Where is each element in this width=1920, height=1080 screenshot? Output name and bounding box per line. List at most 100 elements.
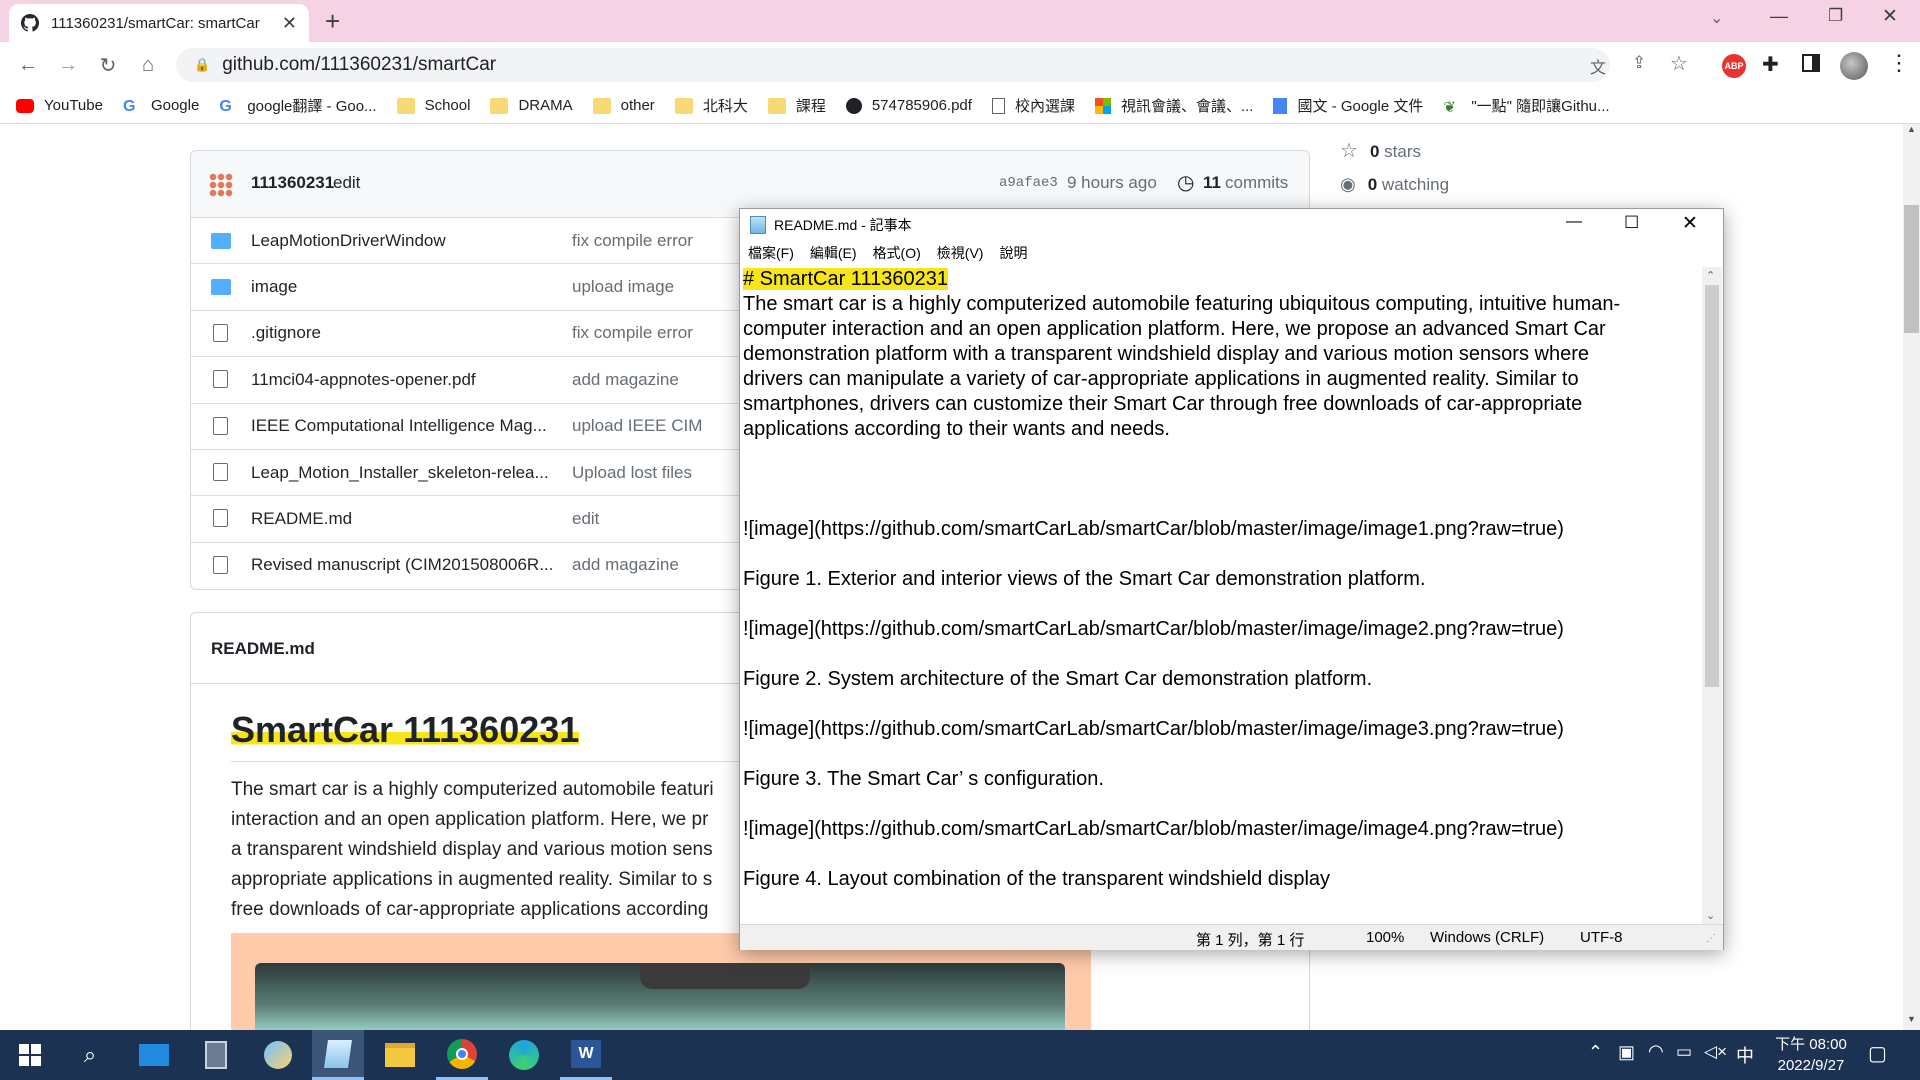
commit-message[interactable]: edit xyxy=(333,173,360,193)
file-commit-message[interactable]: upload IEEE CIM xyxy=(572,416,702,436)
taskbar-chrome[interactable] xyxy=(436,1030,488,1080)
back-icon[interactable]: ← xyxy=(12,49,44,81)
translate-icon[interactable]: 文 xyxy=(1590,54,1606,78)
taskbar-edge[interactable] xyxy=(498,1030,550,1080)
readme-line: appropriate applications in augmented re… xyxy=(231,869,713,890)
folder-icon xyxy=(211,233,231,249)
battery-icon[interactable]: ▭ xyxy=(1676,1042,1692,1062)
bookmark-item[interactable]: School xyxy=(396,97,470,114)
notepad-maximize-icon[interactable]: ☐ xyxy=(1624,213,1639,233)
home-icon[interactable]: ⌂ xyxy=(132,49,164,81)
notepad-scrollbar[interactable]: ⌃ ⌄ xyxy=(1702,267,1722,927)
file-commit-message[interactable]: edit xyxy=(572,509,599,529)
tray-meet-icon[interactable]: ▣ xyxy=(1618,1042,1635,1063)
browser-tab[interactable]: 111360231/smartCar: smartCar ✕ xyxy=(9,4,309,42)
wifi-icon[interactable]: ◠ xyxy=(1648,1041,1664,1062)
folder-icon xyxy=(592,97,611,114)
bookmark-item[interactable]: other xyxy=(592,97,655,114)
reload-icon[interactable]: ↻ xyxy=(92,49,124,81)
notepad-menu-item[interactable]: 檔案(F) xyxy=(748,243,794,263)
search-button[interactable]: ⌕ xyxy=(64,1030,116,1080)
notification-icon[interactable]: ▢ xyxy=(1868,1041,1887,1066)
bookmark-item[interactable]: 國文 - Google 文件 xyxy=(1273,95,1423,116)
side-panel-icon[interactable] xyxy=(1802,54,1820,72)
notepad-menu-item[interactable]: 格式(O) xyxy=(873,243,921,263)
watching-link[interactable]: ◉ 0 watching xyxy=(1340,174,1449,195)
bookmark-item[interactable]: 視訊會議、會議、... xyxy=(1094,95,1254,116)
file-name[interactable]: README.md xyxy=(251,509,352,529)
bookmark-item[interactable]: 574785906.pdf xyxy=(845,97,972,114)
new-tab-button[interactable]: + xyxy=(325,6,340,37)
file-name[interactable]: Leap_Motion_Installer_skeleton-relea... xyxy=(251,463,549,483)
minimize-window-icon[interactable]: — xyxy=(1770,6,1788,27)
ime-indicator[interactable]: 中 xyxy=(1736,1042,1754,1068)
taskbar-notepad[interactable] xyxy=(312,1030,364,1080)
bookmark-item[interactable]: YouTube xyxy=(16,97,103,114)
notepad-menu-item[interactable]: 檢視(V) xyxy=(937,243,984,263)
readme-paragraph: The smart car is a highly computerized a… xyxy=(231,775,714,925)
file-commit-message[interactable]: fix compile error xyxy=(572,231,693,251)
commit-author[interactable]: 111360231 xyxy=(251,173,334,193)
adblock-icon[interactable]: ABP xyxy=(1722,54,1746,78)
commit-count[interactable]: 11 xyxy=(1203,173,1221,193)
notepad-menu-item[interactable]: 說明 xyxy=(999,243,1027,263)
commit-hash[interactable]: a9afae3 xyxy=(999,175,1058,191)
file-name[interactable]: Revised manuscript (CIM201508006R... xyxy=(251,555,553,575)
file-commit-message[interactable]: Upload lost files xyxy=(572,463,692,483)
file-name[interactable]: image xyxy=(251,277,297,297)
taskbar-word[interactable]: W xyxy=(560,1030,612,1080)
bookmark-item[interactable]: 北科大 xyxy=(674,95,748,116)
menu-kebab-icon[interactable]: ⋮ xyxy=(1888,50,1910,76)
restore-window-icon[interactable]: ❐ xyxy=(1828,6,1843,26)
tray-chevron-icon[interactable]: ⌃ xyxy=(1588,1042,1603,1063)
scroll-up-icon[interactable]: ▲ xyxy=(1907,124,1916,134)
address-bar[interactable]: 🔒 github.com/111360231/smartCar 文 ⇪ ☆ xyxy=(176,48,1688,82)
clock[interactable]: 下午 08:00 2022/9/27 xyxy=(1766,1034,1856,1076)
notepad-text-area[interactable]: # SmartCar 111360231 The smart car is a … xyxy=(743,267,1701,927)
notepad-scroll-down-icon[interactable]: ⌄ xyxy=(1706,909,1715,922)
file-commit-message[interactable]: add magazine xyxy=(572,370,679,390)
scroll-down-icon[interactable]: ▼ xyxy=(1907,1014,1916,1024)
lock-icon[interactable]: 🔒 xyxy=(194,57,210,73)
bookmark-item[interactable]: G Google xyxy=(123,97,199,115)
file-name[interactable]: 11mci04-appnotes-opener.pdf xyxy=(251,370,476,390)
bookmark-item[interactable]: DRAMA xyxy=(490,97,573,114)
resize-grip-icon[interactable]: ⋰ xyxy=(1706,933,1716,944)
file-commit-message[interactable]: upload image xyxy=(572,277,674,297)
notepad-minimize-icon[interactable]: — xyxy=(1566,213,1582,231)
bookmark-item[interactable]: Ggoogle翻譯 - Goo... xyxy=(219,95,376,116)
stars-link[interactable]: ☆ 0 stars xyxy=(1340,138,1421,163)
author-avatar[interactable] xyxy=(209,173,233,197)
forward-icon[interactable]: → xyxy=(52,49,84,81)
taskbar-calculator[interactable] xyxy=(190,1030,242,1080)
notepad-scroll-up-icon[interactable]: ⌃ xyxy=(1706,269,1715,282)
notepad-scroll-thumb[interactable] xyxy=(1705,285,1719,687)
start-button[interactable] xyxy=(4,1030,56,1080)
taskbar-app-4[interactable] xyxy=(252,1030,304,1080)
bookmark-label: other xyxy=(620,97,655,114)
file-commit-message[interactable]: add magazine xyxy=(572,555,679,575)
bookmark-item[interactable]: 課程 xyxy=(767,95,826,116)
notepad-close-icon[interactable]: ✕ xyxy=(1682,212,1698,235)
notepad-titlebar[interactable]: README.md - 記事本 — ☐ ✕ xyxy=(740,209,1723,241)
file-name[interactable]: .gitignore xyxy=(251,323,321,343)
taskbar-mail[interactable] xyxy=(128,1030,180,1080)
file-commit-message[interactable]: fix compile error xyxy=(572,323,693,343)
extensions-puzzle-icon[interactable]: ✚ xyxy=(1762,52,1779,77)
bookmark-star-icon[interactable]: ☆ xyxy=(1670,51,1688,76)
profile-avatar[interactable] xyxy=(1840,52,1868,80)
commits-label[interactable]: commits xyxy=(1225,173,1288,193)
bookmark-item[interactable]: 校內選課 xyxy=(991,95,1075,116)
file-name[interactable]: IEEE Computational Intelligence Mag... xyxy=(251,416,547,436)
file-name[interactable]: LeapMotionDriverWindow xyxy=(251,231,446,251)
taskbar-file-explorer[interactable] xyxy=(374,1030,426,1080)
bookmark-item[interactable]: ❦ "一點" 隨即讓Githu... xyxy=(1443,95,1609,116)
share-icon[interactable]: ⇪ xyxy=(1632,53,1646,73)
notepad-menu-item[interactable]: 編輯(E) xyxy=(810,243,857,263)
tab-close-icon[interactable]: ✕ xyxy=(282,13,297,34)
close-window-icon[interactable]: ✕ xyxy=(1882,5,1898,28)
bookmark-label: 視訊會議、會議、... xyxy=(1120,98,1254,115)
page-scroll-thumb[interactable] xyxy=(1904,205,1919,333)
tab-search-icon[interactable]: ⌄ xyxy=(1710,8,1723,28)
volume-icon[interactable]: ◁× xyxy=(1704,1042,1727,1062)
